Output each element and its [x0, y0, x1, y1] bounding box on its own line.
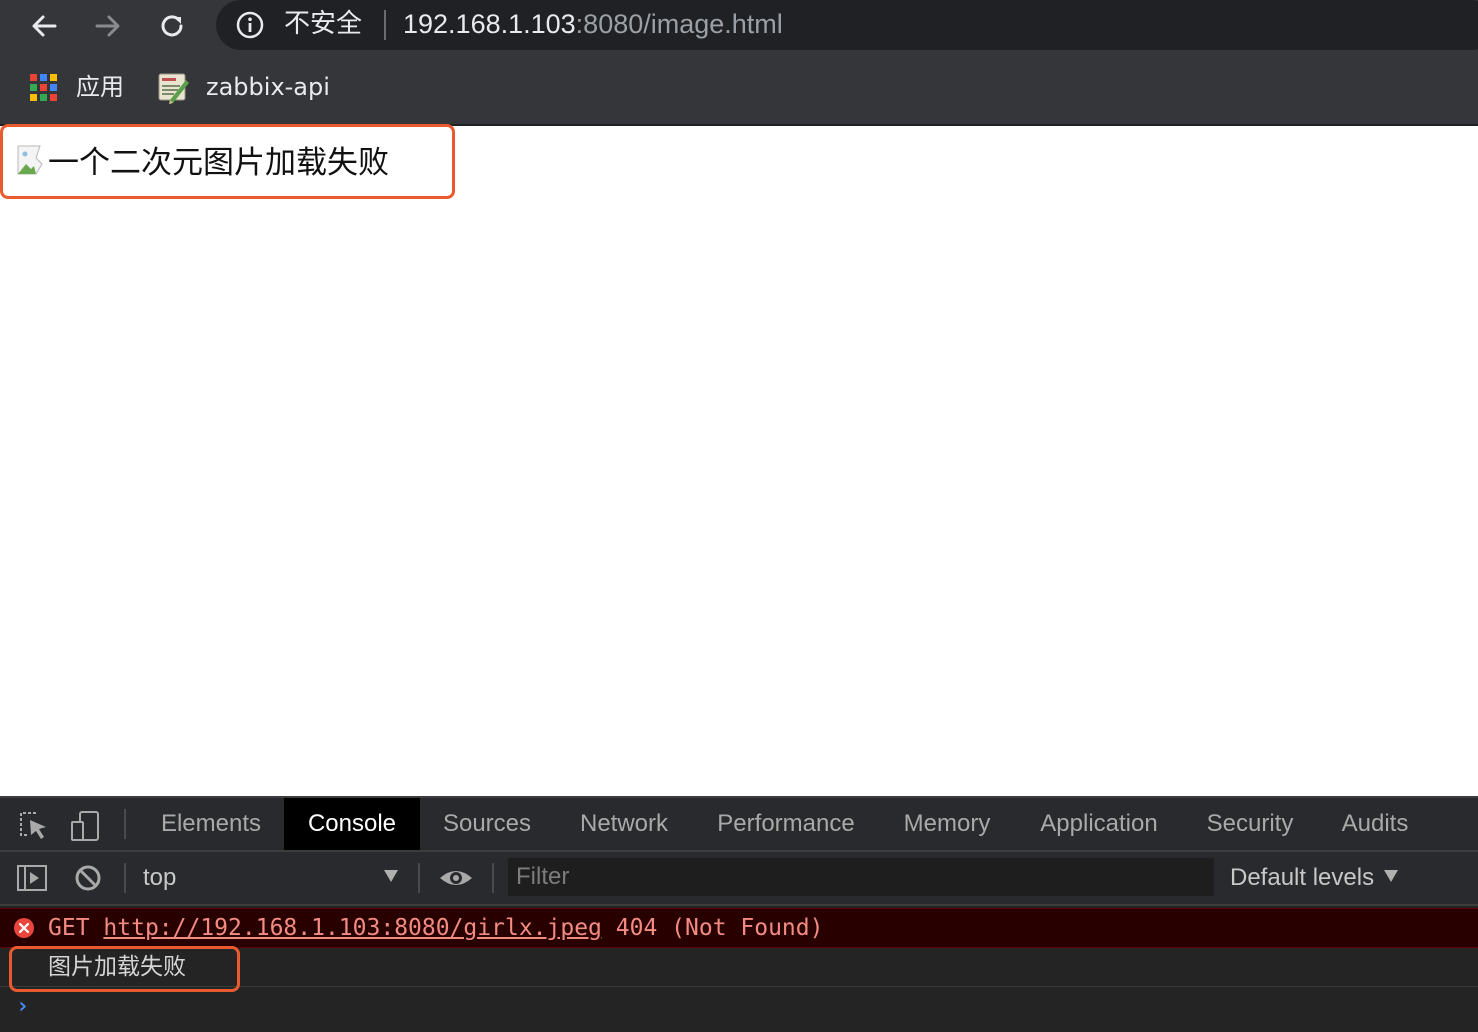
execution-context-select[interactable]: top	[143, 860, 176, 896]
devtools-panel: Elements Console Sources Network Perform…	[0, 796, 1478, 1032]
browser-toolbar: 不安全 192.168.1.103:8080/image.html	[0, 0, 1478, 52]
tab-network[interactable]: Network	[554, 798, 694, 850]
clear-console-icon[interactable]	[70, 860, 106, 896]
log-message-highlight	[9, 946, 240, 992]
error-text: GET http://192.168.1.103:8080/girlx.jpeg…	[48, 909, 823, 947]
filter-bar-separator	[492, 863, 494, 893]
levels-dropdown-arrow-icon[interactable]	[1384, 870, 1398, 882]
info-icon[interactable]	[236, 11, 264, 39]
tab-elements[interactable]: Elements	[138, 798, 284, 850]
reload-icon	[161, 15, 183, 37]
tab-console[interactable]: Console	[284, 798, 420, 850]
tab-security[interactable]: Security	[1182, 798, 1318, 850]
page-viewport	[0, 126, 1478, 796]
error-icon	[14, 918, 34, 938]
filter-bar-separator	[418, 863, 420, 893]
forward-button[interactable]	[88, 6, 128, 46]
omnibox-divider	[384, 10, 386, 40]
console-prompt-chevron-icon[interactable]: ›	[16, 996, 29, 1018]
devtools-tab-bar: Elements Console Sources Network Perform…	[0, 798, 1478, 852]
inspect-element-icon[interactable]	[16, 808, 52, 844]
tab-performance[interactable]: Performance	[694, 798, 878, 850]
tab-application[interactable]: Application	[1016, 798, 1182, 850]
tab-memory[interactable]: Memory	[878, 798, 1016, 850]
url-text[interactable]: 192.168.1.103:8080/image.html	[403, 6, 783, 42]
tab-audits[interactable]: Audits	[1318, 798, 1432, 850]
apps-grid-icon[interactable]	[30, 74, 58, 102]
device-toolbar-icon[interactable]	[68, 808, 104, 844]
back-arrow-icon	[32, 15, 57, 37]
url-path: :8080/image.html	[575, 9, 783, 39]
forward-arrow-icon	[95, 15, 120, 37]
image-alt-text: 一个二次元图片加载失败	[48, 145, 389, 181]
context-dropdown-arrow-icon[interactable]	[384, 870, 398, 882]
devtools-toolbar-separator	[124, 809, 126, 839]
bookmark-zabbix-label[interactable]: zabbix-api	[206, 70, 330, 104]
security-status-label[interactable]: 不安全	[284, 6, 362, 42]
reload-button[interactable]	[152, 6, 192, 46]
error-url-link[interactable]: http://192.168.1.103:8080/girlx.jpeg	[103, 915, 602, 941]
tab-sources[interactable]: Sources	[420, 798, 554, 850]
log-levels-select[interactable]: Default levels	[1230, 860, 1374, 896]
show-sidebar-icon[interactable]	[14, 860, 50, 896]
back-button[interactable]	[24, 6, 64, 46]
error-method: GET	[48, 915, 90, 941]
live-expression-eye-icon[interactable]	[438, 860, 474, 896]
broken-image-icon	[17, 145, 43, 175]
error-status: 404 (Not Found)	[615, 915, 824, 941]
url-host: 192.168.1.103	[403, 9, 576, 39]
console-error-message: GET http://192.168.1.103:8080/girlx.jpeg…	[0, 908, 1478, 948]
zabbix-bookmark-icon[interactable]	[156, 70, 190, 104]
bookmarks-bar: 应用 zabbix-api	[0, 52, 1478, 126]
console-filter-input[interactable]	[508, 858, 1214, 896]
console-filter-bar: top Default levels	[0, 852, 1478, 906]
address-bar[interactable]: 不安全 192.168.1.103:8080/image.html	[216, 0, 1478, 50]
bookmark-apps-label[interactable]: 应用	[76, 70, 124, 104]
filter-bar-separator	[124, 863, 126, 893]
